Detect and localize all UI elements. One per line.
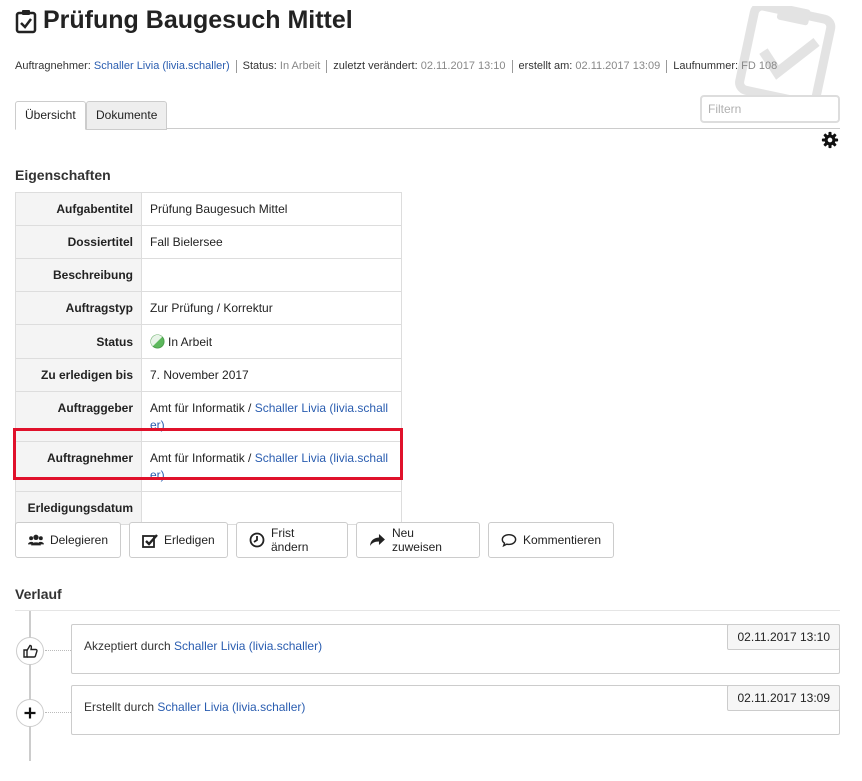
clipboard-check-icon: [15, 9, 37, 33]
history-event-created: Erstellt durch Schaller Livia (livia.sch…: [71, 685, 840, 735]
timeline-connector: [45, 650, 71, 651]
timeline-line: [29, 611, 31, 761]
meta-assignee: Auftragnehmer: Schaller Livia (livia.sch…: [15, 60, 230, 72]
timeline-node-accepted: [16, 637, 44, 665]
history-divider: [15, 610, 840, 611]
event-date: 02.11.2017 13:10: [727, 624, 840, 650]
event-user-link[interactable]: Schaller Livia (livia.schaller): [174, 639, 322, 653]
tab-documents[interactable]: Dokumente: [86, 101, 168, 130]
filter-input[interactable]: [700, 95, 840, 123]
assignee-link[interactable]: Schaller Livia (livia.schaller): [94, 60, 230, 72]
issuer-link[interactable]: Schaller Livia (livia.schall: [255, 401, 388, 415]
comment-button[interactable]: Kommentieren: [488, 522, 614, 558]
speech-bubble-icon: [501, 533, 517, 548]
event-date: 02.11.2017 13:09: [727, 685, 840, 711]
meta-status: Status: In Arbeit: [235, 60, 327, 73]
properties-heading: Eigenschaften: [15, 167, 111, 183]
row-completion-date: Erledigungsdatum: [15, 491, 402, 525]
gear-icon[interactable]: [821, 131, 839, 149]
users-icon: [28, 534, 44, 546]
clock-icon: [249, 532, 265, 548]
event-user-link[interactable]: Schaller Livia (livia.schaller): [157, 700, 305, 714]
row-deadline: Zu erledigen bis 7. November 2017: [15, 358, 402, 392]
page-title: Prüfung Baugesuch Mittel: [43, 6, 353, 34]
checkbox-check-icon: [142, 533, 158, 548]
thumbs-up-icon: [22, 644, 38, 658]
task-meta: Auftragnehmer: Schaller Livia (livia.sch…: [15, 60, 783, 73]
page-header: Prüfung Baugesuch Mittel: [15, 6, 353, 35]
timeline-connector: [45, 712, 71, 713]
timeline-node-created: [16, 699, 44, 727]
change-deadline-button[interactable]: Frist ändern: [236, 522, 348, 558]
clipboard-watermark-icon: [735, 6, 836, 96]
row-task-title: Aufgabentitel Prüfung Baugesuch Mittel: [15, 192, 402, 226]
row-dossier-title: Dossiertitel Fall Bielersee: [15, 225, 402, 259]
row-task-type: Auftragstyp Zur Prüfung / Korrektur: [15, 291, 402, 325]
action-toolbar: Delegieren Erledigen Frist ändern Neu zu…: [15, 522, 622, 558]
in-progress-icon: [150, 334, 165, 349]
meta-number: Laufnummer: FD 108: [666, 60, 783, 73]
assignee-highlight-box: [13, 428, 403, 480]
row-status: Status In Arbeit: [15, 324, 402, 359]
complete-button[interactable]: Erledigen: [129, 522, 228, 558]
tab-overview[interactable]: Übersicht: [15, 101, 86, 130]
row-description: Beschreibung: [15, 258, 402, 292]
meta-created: erstellt am: 02.11.2017 13:09: [511, 60, 667, 73]
meta-modified: zuletzt verändert: 02.11.2017 13:10: [326, 60, 511, 73]
plus-icon: [24, 707, 36, 719]
history-heading: Verlauf: [15, 586, 62, 602]
history-event-accepted: Akzeptiert durch Schaller Livia (livia.s…: [71, 624, 840, 674]
share-arrow-icon: [369, 534, 385, 546]
reassign-button[interactable]: Neu zuweisen: [356, 522, 480, 558]
delegate-button[interactable]: Delegieren: [15, 522, 121, 558]
